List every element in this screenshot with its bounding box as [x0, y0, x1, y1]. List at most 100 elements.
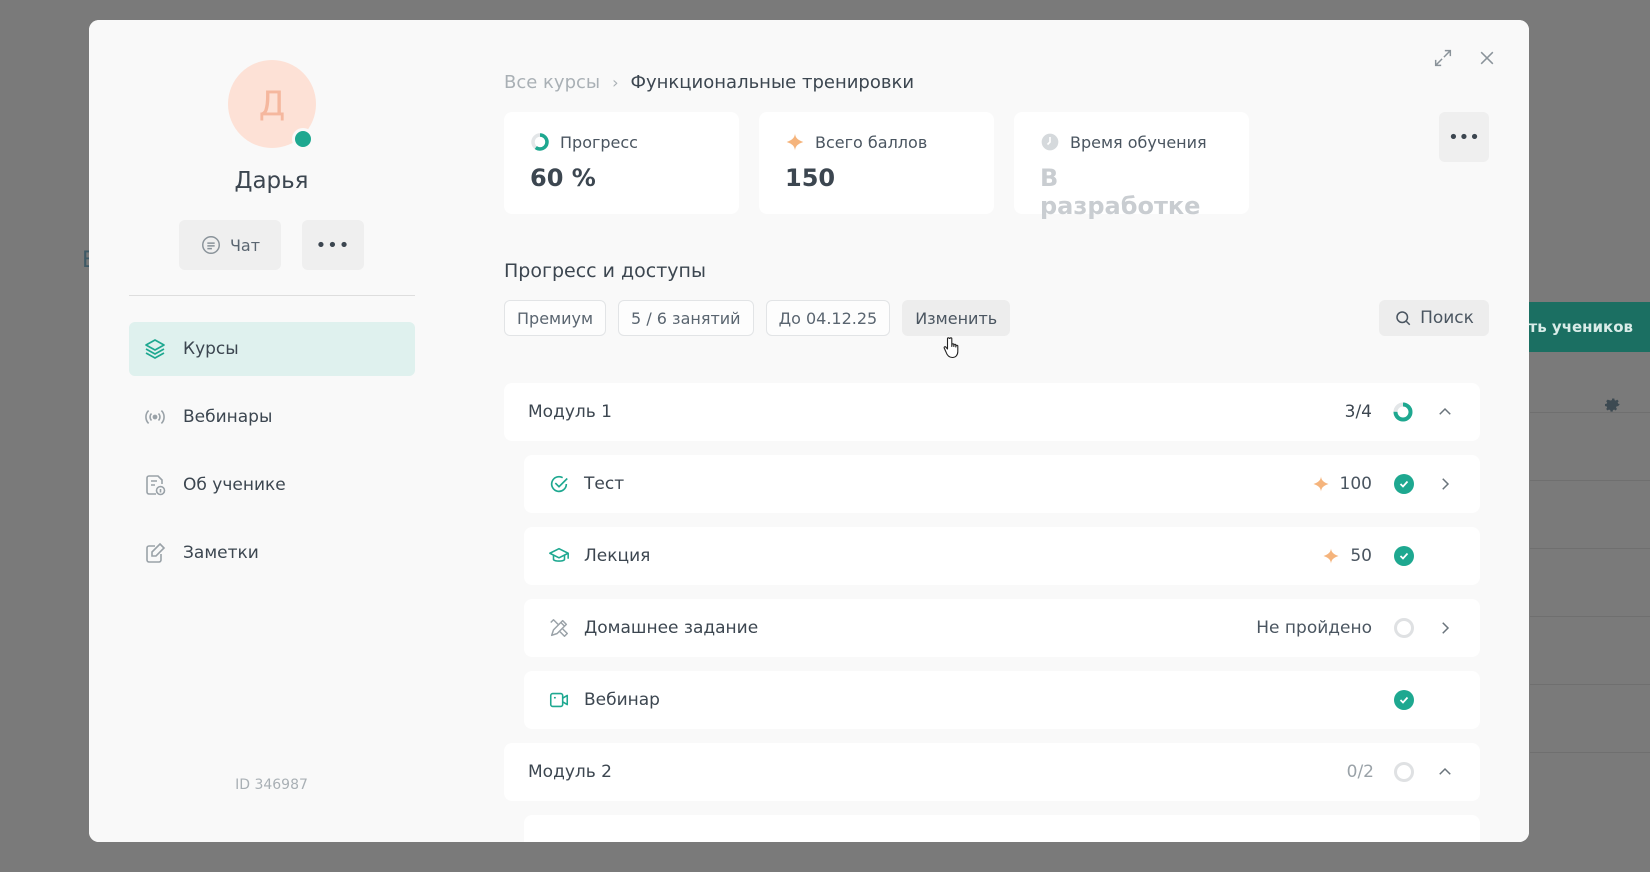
homework-icon — [548, 617, 570, 639]
lesson-points: 50 — [1322, 546, 1372, 566]
module-progress-ring-icon — [1394, 762, 1414, 782]
hand-pointer-icon — [943, 337, 959, 359]
lessons-count-badge: 5 / 6 занятий — [618, 300, 754, 336]
test-check-icon — [548, 473, 570, 495]
row-spacer — [1434, 545, 1456, 567]
stat-time-card: Время обучения В разработке — [1014, 112, 1249, 220]
lesson-points-value: 50 — [1350, 546, 1372, 566]
module-header[interactable]: Модуль 2 0/2 — [504, 743, 1480, 801]
sidebar-item-label: Курсы — [183, 339, 239, 359]
chat-button-label: Чат — [229, 235, 261, 255]
sidebar-item-label: Заметки — [183, 543, 259, 563]
background-divider — [1530, 480, 1650, 481]
lesson-title: Лекция — [584, 546, 651, 566]
sidebar-item-courses[interactable]: Курсы — [129, 322, 415, 376]
incomplete-circle-icon — [1394, 618, 1414, 638]
lesson-title: Домашнее задание — [584, 618, 759, 638]
lesson-points-value: 100 — [1339, 474, 1372, 494]
breadcrumb: Все курсы › Функциональные тренировки — [504, 72, 914, 93]
course-more-button[interactable]: ••• — [1439, 112, 1489, 162]
plan-badge: Премиум — [504, 300, 607, 336]
stats-row: Прогресс 60 % Всего баллов 150 Время обу… — [504, 112, 1249, 220]
sidebar-item-label: Вебинары — [183, 407, 273, 427]
notes-icon — [143, 541, 167, 565]
modules-list: Модуль 1 3/4 Тест 100 Лекция 50 Домашнее… — [504, 383, 1480, 842]
breadcrumb-separator: › — [612, 73, 619, 92]
module-count: 0/2 — [1346, 762, 1374, 782]
broadcast-icon — [143, 405, 167, 429]
stat-points-label: Всего баллов — [815, 132, 928, 152]
background-divider — [1530, 684, 1650, 685]
access-tags: Премиум 5 / 6 занятий До 04.12.25 Измени… — [504, 300, 1011, 336]
stat-points-card: Всего баллов 150 — [759, 112, 994, 214]
chat-button[interactable]: Чат — [179, 220, 281, 270]
chevron-right-icon[interactable] — [1434, 473, 1456, 495]
lesson-title: Вебинар — [584, 690, 660, 710]
background-add-students-button[interactable]: ить учеников — [1510, 302, 1650, 352]
star-icon — [1313, 476, 1329, 492]
lesson-row[interactable]: Тест 100 — [524, 455, 1480, 513]
module-title: Модуль 1 — [528, 402, 612, 422]
lesson-status: Не пройдено — [1256, 618, 1372, 638]
access-until-badge: До 04.12.25 — [765, 300, 891, 336]
chevron-up-icon[interactable] — [1434, 401, 1456, 423]
completed-check-icon — [1394, 690, 1414, 710]
section-title: Прогресс и доступы — [504, 260, 706, 282]
background-gear-icon[interactable] — [1602, 393, 1622, 413]
chevron-up-icon[interactable] — [1434, 761, 1456, 783]
breadcrumb-all-courses-link[interactable]: Все курсы — [504, 72, 600, 93]
stat-time-label: Время обучения — [1070, 132, 1207, 152]
search-icon — [1396, 311, 1411, 326]
completed-check-icon — [1394, 546, 1414, 566]
lesson-row[interactable]: Домашнее задание Не пройдено — [524, 599, 1480, 657]
stat-points-value: 150 — [785, 164, 836, 192]
module-header[interactable]: Модуль 1 3/4 — [504, 383, 1480, 441]
page-title: Функциональные тренировки — [630, 72, 915, 93]
sidebar-nav: Курсы Вебинары Об ученике Заметки — [129, 322, 415, 594]
chevron-right-icon[interactable] — [1434, 617, 1456, 639]
close-icon[interactable] — [1475, 46, 1499, 70]
sidebar-item-notes[interactable]: Заметки — [129, 526, 415, 580]
row-spacer — [1434, 689, 1456, 711]
module-title: Модуль 2 — [528, 762, 612, 782]
sidebar-item-label: Об ученике — [183, 475, 286, 495]
student-more-button[interactable]: ••• — [302, 220, 364, 270]
online-status-dot — [292, 128, 314, 150]
sidebar-item-student-info[interactable]: Об ученике — [129, 458, 415, 512]
stat-progress-label: Прогресс — [560, 132, 638, 152]
background-divider — [1530, 548, 1650, 549]
lesson-row[interactable]: Вебинар — [524, 671, 1480, 729]
student-sidebar: Д Дарья Чат ••• Курсы Вебинары Об ученик… — [89, 20, 454, 842]
search-button[interactable]: Поиск — [1379, 300, 1489, 336]
lesson-title: Тест — [584, 474, 625, 494]
edit-access-button[interactable]: Изменить — [902, 300, 1011, 336]
background-divider — [1530, 616, 1650, 617]
progress-ring-icon — [531, 133, 549, 151]
student-modal: Д Дарья Чат ••• Курсы Вебинары Об ученик… — [89, 20, 1529, 842]
stat-time-value: В разработке — [1040, 164, 1201, 220]
student-name: Дарья — [234, 168, 309, 194]
module-count: 3/4 — [1344, 402, 1372, 422]
webinar-camera-icon — [548, 689, 570, 711]
layers-icon — [143, 337, 167, 361]
search-button-label: Поиск — [1420, 308, 1474, 328]
stat-progress-value: 60 % — [530, 164, 596, 192]
student-info-icon — [143, 473, 167, 497]
stat-progress-card: Прогресс 60 % — [504, 112, 739, 214]
lesson-row[interactable] — [524, 815, 1480, 842]
clock-icon — [1041, 133, 1059, 151]
sidebar-divider — [129, 295, 415, 296]
lesson-row[interactable]: Лекция 50 — [524, 527, 1480, 585]
lecture-cap-icon — [548, 545, 570, 567]
modal-controls — [1431, 46, 1499, 70]
chat-bubble-icon — [201, 236, 220, 254]
star-icon — [1323, 548, 1339, 564]
completed-check-icon — [1394, 474, 1414, 494]
module-progress-ring-icon — [1393, 402, 1413, 422]
star-icon — [786, 133, 804, 151]
sidebar-item-webinars[interactable]: Вебинары — [129, 390, 415, 444]
lesson-points: 100 — [1312, 474, 1372, 494]
expand-icon[interactable] — [1431, 46, 1455, 70]
course-progress-panel: Все курсы › Функциональные тренировки Пр… — [454, 20, 1529, 842]
background-topbar — [0, 0, 1650, 20]
